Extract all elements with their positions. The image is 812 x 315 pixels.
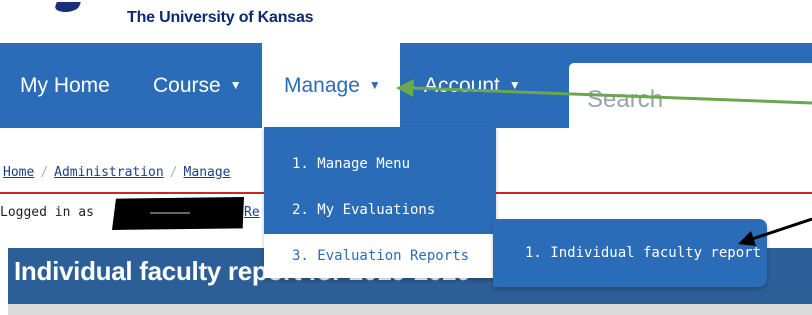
ku-logo-icon: [53, 2, 81, 12]
nav-manage[interactable]: Manage ▼: [262, 43, 400, 128]
nav-course[interactable]: Course ▼: [153, 43, 242, 128]
breadcrumb-manage[interactable]: Manage: [184, 165, 231, 180]
submenu-item-individual-faculty-report[interactable]: 1. Individual faculty report: [493, 219, 767, 287]
search-input[interactable]: [569, 63, 812, 137]
logged-in-link[interactable]: Re: [244, 205, 260, 220]
breadcrumb-administration[interactable]: Administration: [54, 165, 164, 180]
content-strip: [8, 304, 812, 315]
chevron-down-icon: ▼: [229, 77, 242, 92]
redaction-mark: [150, 212, 190, 214]
chevron-down-icon: ▼: [368, 77, 381, 92]
nav-account-label: Account: [424, 73, 500, 97]
nav-account[interactable]: Account ▼: [424, 43, 521, 128]
nav-my-home-label: My Home: [20, 73, 110, 97]
manage-dropdown-menu: 1. Manage Menu 2. My Evaluations 3. Eval…: [264, 127, 496, 278]
breadcrumb-separator: /: [40, 165, 49, 180]
nav-my-home[interactable]: My Home: [20, 43, 110, 128]
breadcrumb-separator: /: [169, 165, 178, 180]
chevron-down-icon: ▼: [508, 77, 521, 92]
search-box: [569, 63, 812, 137]
logged-in-label: Logged in as: [0, 205, 94, 220]
nav-course-label: Course: [153, 73, 221, 97]
breadcrumb: Home / Administration / Manage: [3, 165, 231, 180]
breadcrumb-home[interactable]: Home: [3, 165, 34, 180]
menu-item-manage-menu[interactable]: 1. Manage Menu: [264, 142, 496, 186]
nav-manage-label: Manage: [284, 73, 360, 97]
evaluation-reports-submenu: 1. Individual faculty report: [493, 219, 767, 287]
menu-item-evaluation-reports[interactable]: 3. Evaluation Reports: [264, 234, 496, 278]
university-name: The University of Kansas: [127, 9, 314, 26]
menu-item-my-evaluations[interactable]: 2. My Evaluations: [264, 188, 496, 232]
